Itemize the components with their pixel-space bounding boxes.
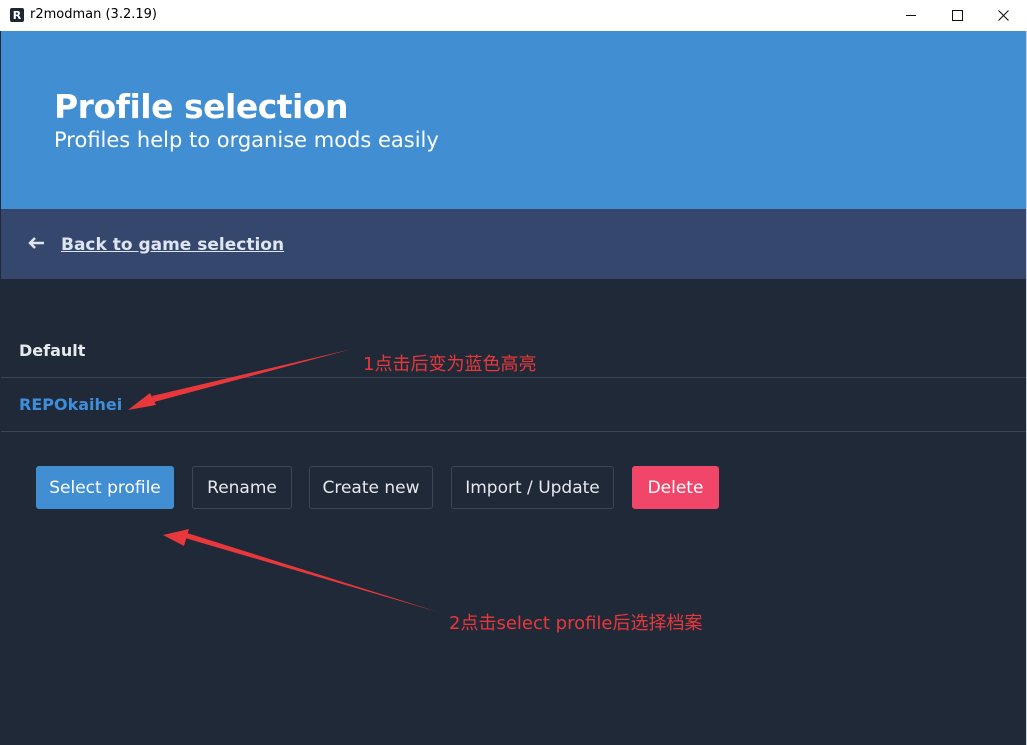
annotation-note-1: 1点击后变为蓝色高亮 [363, 354, 537, 375]
page-subtitle: Profiles help to organise mods easily [54, 128, 439, 152]
page-title: Profile selection [54, 87, 349, 126]
profile-name: Default [19, 341, 86, 360]
import-update-button[interactable]: Import / Update [451, 466, 614, 509]
window-title: r2modman (3.2.19) [30, 7, 157, 22]
minimize-button[interactable] [888, 0, 934, 31]
navigation-bar: Back to game selection [1, 209, 1026, 279]
profile-item-repokaihei[interactable]: REPOkaihei [1, 378, 1026, 432]
close-icon [997, 10, 1009, 21]
profile-list-panel: Default REPOkaihei Select profile Rename… [1, 279, 1026, 745]
delete-button[interactable]: Delete [632, 466, 719, 509]
annotation-note-2: 2点击select profile后选择档案 [449, 613, 703, 634]
hero-banner: Profile selection Profiles help to organ… [1, 31, 1026, 209]
back-to-game-selection-link[interactable]: Back to game selection [61, 235, 284, 255]
minimize-icon [906, 15, 916, 16]
window-titlebar: R r2modman (3.2.19) [0, 0, 1027, 31]
maximize-icon [951, 10, 963, 21]
close-button[interactable] [980, 0, 1026, 31]
profile-name: REPOkaihei [19, 395, 123, 414]
create-new-button[interactable]: Create new [309, 466, 433, 509]
maximize-button[interactable] [934, 0, 980, 31]
rename-button[interactable]: Rename [192, 466, 292, 509]
arrow-left-icon[interactable] [27, 233, 47, 253]
app-logo-icon: R [10, 8, 24, 22]
select-profile-button[interactable]: Select profile [36, 466, 174, 509]
